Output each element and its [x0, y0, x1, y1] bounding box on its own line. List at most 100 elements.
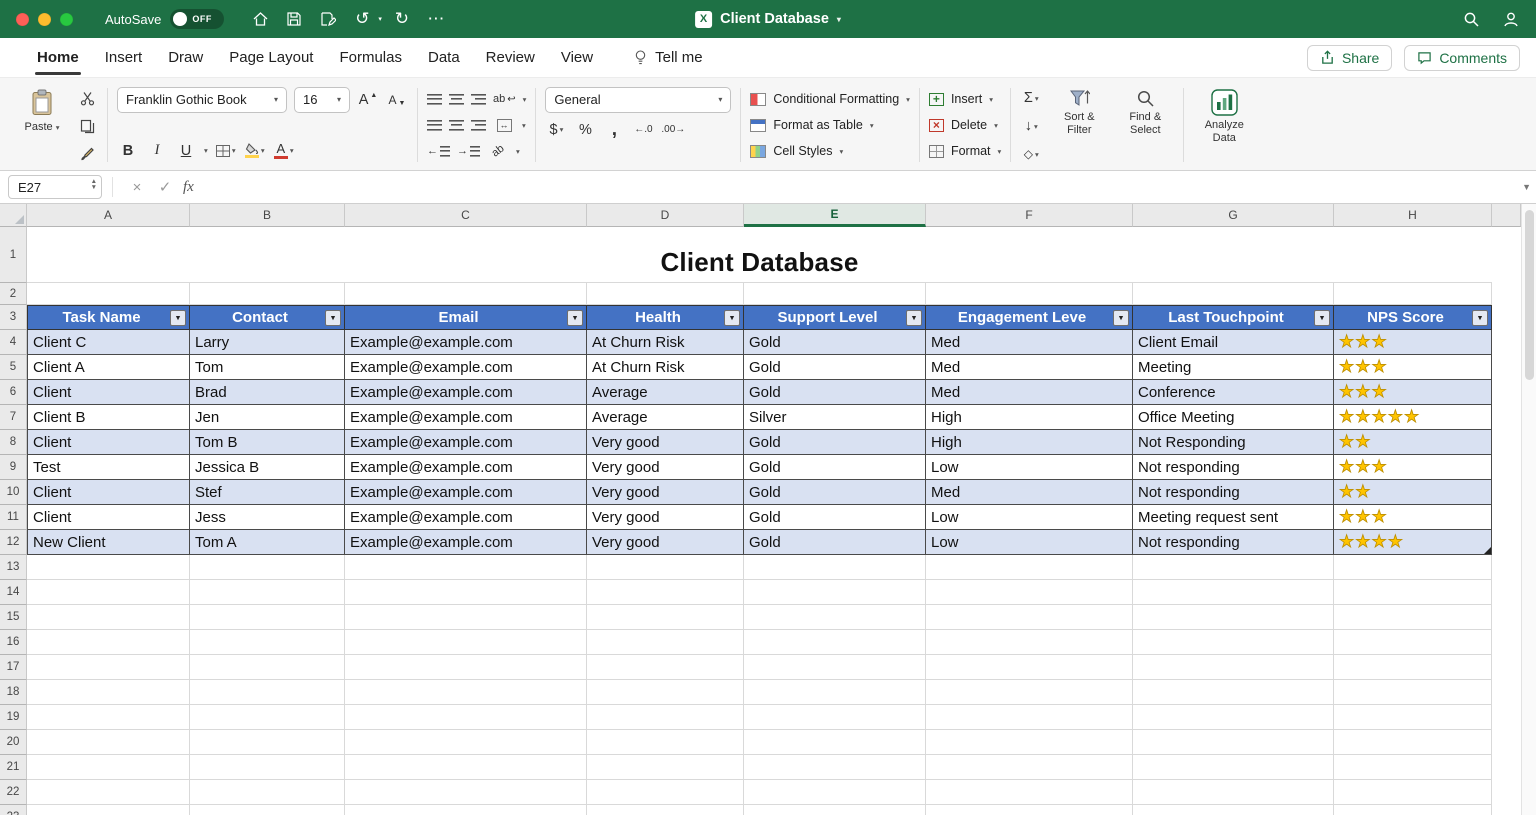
cell-D13[interactable] [587, 555, 744, 580]
cell-G18[interactable] [1133, 680, 1334, 705]
cell-D20[interactable] [587, 730, 744, 755]
row-header-23[interactable]: 23 [0, 805, 27, 815]
borders-button[interactable]: ▾ [215, 139, 237, 163]
cell-G7[interactable]: Office Meeting [1133, 405, 1334, 430]
cell-F9[interactable]: Low [926, 455, 1133, 480]
align-center-icon[interactable] [449, 120, 464, 131]
search-icon[interactable] [1463, 11, 1480, 28]
cell-E8[interactable]: Gold [744, 430, 926, 455]
cell-G21[interactable] [1133, 755, 1334, 780]
cell-B19[interactable] [190, 705, 345, 730]
cell-E20[interactable] [744, 730, 926, 755]
cell-A13[interactable] [27, 555, 190, 580]
cell-C10[interactable]: Example@example.com [345, 480, 587, 505]
scrollbar-thumb[interactable] [1525, 210, 1534, 380]
vertical-scrollbar[interactable] [1521, 204, 1536, 815]
row-header-22[interactable]: 22 [0, 780, 27, 805]
spreadsheet-grid[interactable]: ABCDEFGH12345678910111213141516171819202… [0, 204, 1521, 815]
cell-D15[interactable] [587, 605, 744, 630]
format-painter-button[interactable] [76, 142, 98, 166]
cell-D5[interactable]: At Churn Risk [587, 355, 744, 380]
cell-G12[interactable]: Not responding [1133, 530, 1334, 555]
cell-G3[interactable]: Last Touchpoint▾ [1133, 305, 1334, 330]
decrease-font-size-button[interactable]: A▼ [386, 88, 408, 112]
cell-C20[interactable] [345, 730, 587, 755]
font-name-select[interactable]: Franklin Gothic Book▾ [117, 87, 287, 113]
cell-A6[interactable]: Client [27, 380, 190, 405]
cell-D14[interactable] [587, 580, 744, 605]
cell-A12[interactable]: New Client [27, 530, 190, 555]
column-header-H[interactable]: H [1334, 204, 1492, 227]
cell-A4[interactable]: Client C [27, 330, 190, 355]
cell-H12[interactable]: ★★★★ [1334, 530, 1492, 555]
increase-decimal-button[interactable]: ←.0 [632, 118, 654, 142]
cell-G9[interactable]: Not responding [1133, 455, 1334, 480]
cell-G6[interactable]: Conference [1133, 380, 1334, 405]
cell-E22[interactable] [744, 780, 926, 805]
cell-D22[interactable] [587, 780, 744, 805]
cell-C17[interactable] [345, 655, 587, 680]
cell-C19[interactable] [345, 705, 587, 730]
align-top-icon[interactable] [427, 94, 442, 105]
row-header-7[interactable]: 7 [0, 405, 27, 430]
row-header-20[interactable]: 20 [0, 730, 27, 755]
minimize-window-button[interactable] [38, 13, 51, 26]
cell-D9[interactable]: Very good [587, 455, 744, 480]
cell-F7[interactable]: High [926, 405, 1133, 430]
row-header-17[interactable]: 17 [0, 655, 27, 680]
cell-E13[interactable] [744, 555, 926, 580]
row-header-10[interactable]: 10 [0, 480, 27, 505]
row-header-4[interactable]: 4 [0, 330, 27, 355]
cell-H16[interactable] [1334, 630, 1492, 655]
name-box-stepper[interactable]: ▲▼ [91, 179, 97, 191]
cell-A23[interactable] [27, 805, 190, 815]
cell-F5[interactable]: Med [926, 355, 1133, 380]
cell-H9[interactable]: ★★★ [1334, 455, 1492, 480]
conditional-formatting-button[interactable]: Conditional Formatting ▾ [750, 86, 910, 112]
row-header-21[interactable]: 21 [0, 755, 27, 780]
cell-C12[interactable]: Example@example.com [345, 530, 587, 555]
column-header-G[interactable]: G [1133, 204, 1334, 227]
cell-D19[interactable] [587, 705, 744, 730]
cell-G23[interactable] [1133, 805, 1334, 815]
cell-B14[interactable] [190, 580, 345, 605]
cell-B23[interactable] [190, 805, 345, 815]
cell-H20[interactable] [1334, 730, 1492, 755]
row-header-16[interactable]: 16 [0, 630, 27, 655]
cell-G16[interactable] [1133, 630, 1334, 655]
comments-button[interactable]: Comments [1404, 45, 1520, 71]
column-header-E[interactable]: E [744, 204, 926, 227]
cell-C5[interactable]: Example@example.com [345, 355, 587, 380]
cell-B10[interactable]: Stef [190, 480, 345, 505]
cell-D21[interactable] [587, 755, 744, 780]
cell-C6[interactable]: Example@example.com [345, 380, 587, 405]
number-format-select[interactable]: General▾ [545, 87, 731, 113]
title-chevron-down-icon[interactable]: ▾ [837, 15, 841, 24]
filter-dropdown-button[interactable]: ▾ [1314, 310, 1330, 326]
cell-D4[interactable]: At Churn Risk [587, 330, 744, 355]
row-header-18[interactable]: 18 [0, 680, 27, 705]
italic-button[interactable]: I [146, 139, 168, 163]
cell-C7[interactable]: Example@example.com [345, 405, 587, 430]
merge-center-button[interactable]: ↔ [493, 113, 515, 137]
cell-E7[interactable]: Silver [744, 405, 926, 430]
cell-A18[interactable] [27, 680, 190, 705]
cell-E14[interactable] [744, 580, 926, 605]
cell-F6[interactable]: Med [926, 380, 1133, 405]
filter-dropdown-button[interactable]: ▾ [906, 310, 922, 326]
cell-B3[interactable]: Contact▾ [190, 305, 345, 330]
cell-H17[interactable] [1334, 655, 1492, 680]
filter-dropdown-button[interactable]: ▾ [170, 310, 186, 326]
row-header-3[interactable]: 3 [0, 305, 27, 330]
cell-F18[interactable] [926, 680, 1133, 705]
cell-H23[interactable] [1334, 805, 1492, 815]
table-resize-handle[interactable] [1484, 547, 1491, 554]
align-left-icon[interactable] [427, 120, 442, 131]
cell-F16[interactable] [926, 630, 1133, 655]
cell-B11[interactable]: Jess [190, 505, 345, 530]
cell-B4[interactable]: Larry [190, 330, 345, 355]
font-color-button[interactable]: A ▾ [273, 139, 295, 163]
row-header-11[interactable]: 11 [0, 505, 27, 530]
cell-C14[interactable] [345, 580, 587, 605]
filter-dropdown-button[interactable]: ▾ [724, 310, 740, 326]
